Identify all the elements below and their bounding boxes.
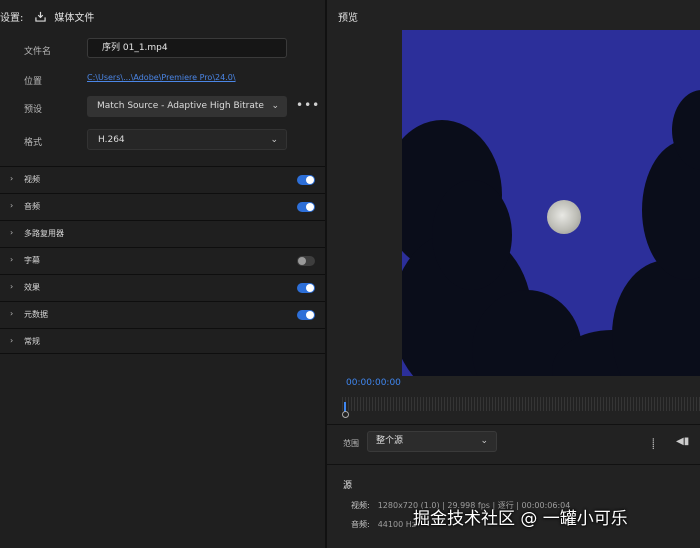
- chevron-right-icon: ›: [10, 174, 14, 183]
- watermark: 掘金技术社区 @ 一罐小可乐: [413, 509, 628, 529]
- timecode-display[interactable]: 00:00:00:00: [346, 378, 401, 388]
- section-label: 常规: [24, 337, 40, 346]
- chevron-down-icon: ⌄: [270, 135, 278, 145]
- effects-toggle[interactable]: [297, 283, 315, 293]
- media-file-label: 媒体文件: [54, 13, 95, 24]
- export-icon[interactable]: [35, 11, 47, 22]
- filename-input[interactable]: 序列 01_1.mp4: [87, 38, 287, 58]
- section-effects[interactable]: › 效果: [0, 274, 325, 300]
- chevron-right-icon: ›: [10, 336, 14, 345]
- preview-panel: 预览 00:00:00:00 范围 整个源 ⌄ ⸽ ◀▮ 源 视频: 1280x7…: [327, 0, 700, 548]
- video-toggle[interactable]: [297, 175, 315, 185]
- filename-label: 文件名: [24, 47, 52, 57]
- source-audio-value: 44100 Hz: [377, 520, 416, 529]
- more-options-button[interactable]: •••: [296, 98, 320, 112]
- moon: [547, 200, 581, 234]
- chevron-down-icon: ⌄: [480, 436, 488, 446]
- format-label: 格式: [24, 138, 43, 148]
- section-label: 字幕: [24, 256, 40, 265]
- settings-header: 设置: 媒体文件: [0, 9, 94, 24]
- section-label: 音频: [24, 202, 40, 211]
- step-back-icon[interactable]: ◀▮: [676, 436, 689, 447]
- chevron-right-icon: ›: [10, 201, 14, 210]
- section-multiplexer[interactable]: › 多路复用器: [0, 220, 325, 246]
- metadata-toggle[interactable]: [297, 310, 315, 320]
- preset-select[interactable]: Match Source - Adaptive High Bitrate ⌄: [87, 96, 287, 117]
- section-metadata[interactable]: › 元数据: [0, 301, 325, 327]
- chevron-right-icon: ›: [10, 255, 14, 264]
- range-select[interactable]: 整个源 ⌄: [367, 431, 497, 452]
- section-captions[interactable]: › 字幕: [0, 247, 325, 273]
- range-label: 范围: [343, 439, 359, 448]
- format-select[interactable]: H.264 ⌄: [87, 129, 287, 150]
- chevron-right-icon: ›: [10, 228, 14, 237]
- export-settings-panel: 设置: 媒体文件 文件名 序列 01_1.mp4 位置 C:\Users\...…: [0, 0, 325, 548]
- chevron-down-icon: ⌄: [271, 101, 279, 111]
- location-label: 位置: [24, 77, 43, 87]
- location-link[interactable]: C:\Users\...\Adobe\Premiere Pro\24.0\: [87, 73, 236, 82]
- settings-title: 设置:: [0, 13, 24, 24]
- chevron-right-icon: ›: [10, 282, 14, 291]
- source-audio-row: 音频: 44100 Hz: [351, 519, 416, 530]
- section-label: 效果: [24, 283, 40, 292]
- section-label: 多路复用器: [24, 229, 64, 238]
- chevron-right-icon: ›: [10, 309, 14, 318]
- source-video-label: 视频:: [351, 501, 370, 510]
- source-audio-label: 音频:: [351, 520, 370, 529]
- preset-value: Match Source - Adaptive High Bitrate: [97, 101, 264, 111]
- source-title: 源: [343, 481, 353, 491]
- captions-toggle[interactable]: [297, 256, 315, 266]
- set-in-point-icon[interactable]: ⸽: [652, 436, 655, 450]
- section-audio[interactable]: › 音频: [0, 193, 325, 219]
- section-video[interactable]: › 视频: [0, 166, 325, 192]
- range-value: 整个源: [376, 436, 404, 446]
- preset-label: 预设: [24, 105, 43, 115]
- audio-toggle[interactable]: [297, 202, 315, 212]
- playhead-handle[interactable]: [342, 411, 349, 418]
- preview-video-frame: [402, 30, 700, 376]
- format-value: H.264: [98, 135, 125, 145]
- timeline-ruler[interactable]: [342, 397, 700, 411]
- section-general[interactable]: › 常规: [0, 328, 325, 354]
- preview-title: 预览: [338, 13, 358, 24]
- section-label: 视频: [24, 175, 40, 184]
- section-label: 元数据: [24, 310, 48, 319]
